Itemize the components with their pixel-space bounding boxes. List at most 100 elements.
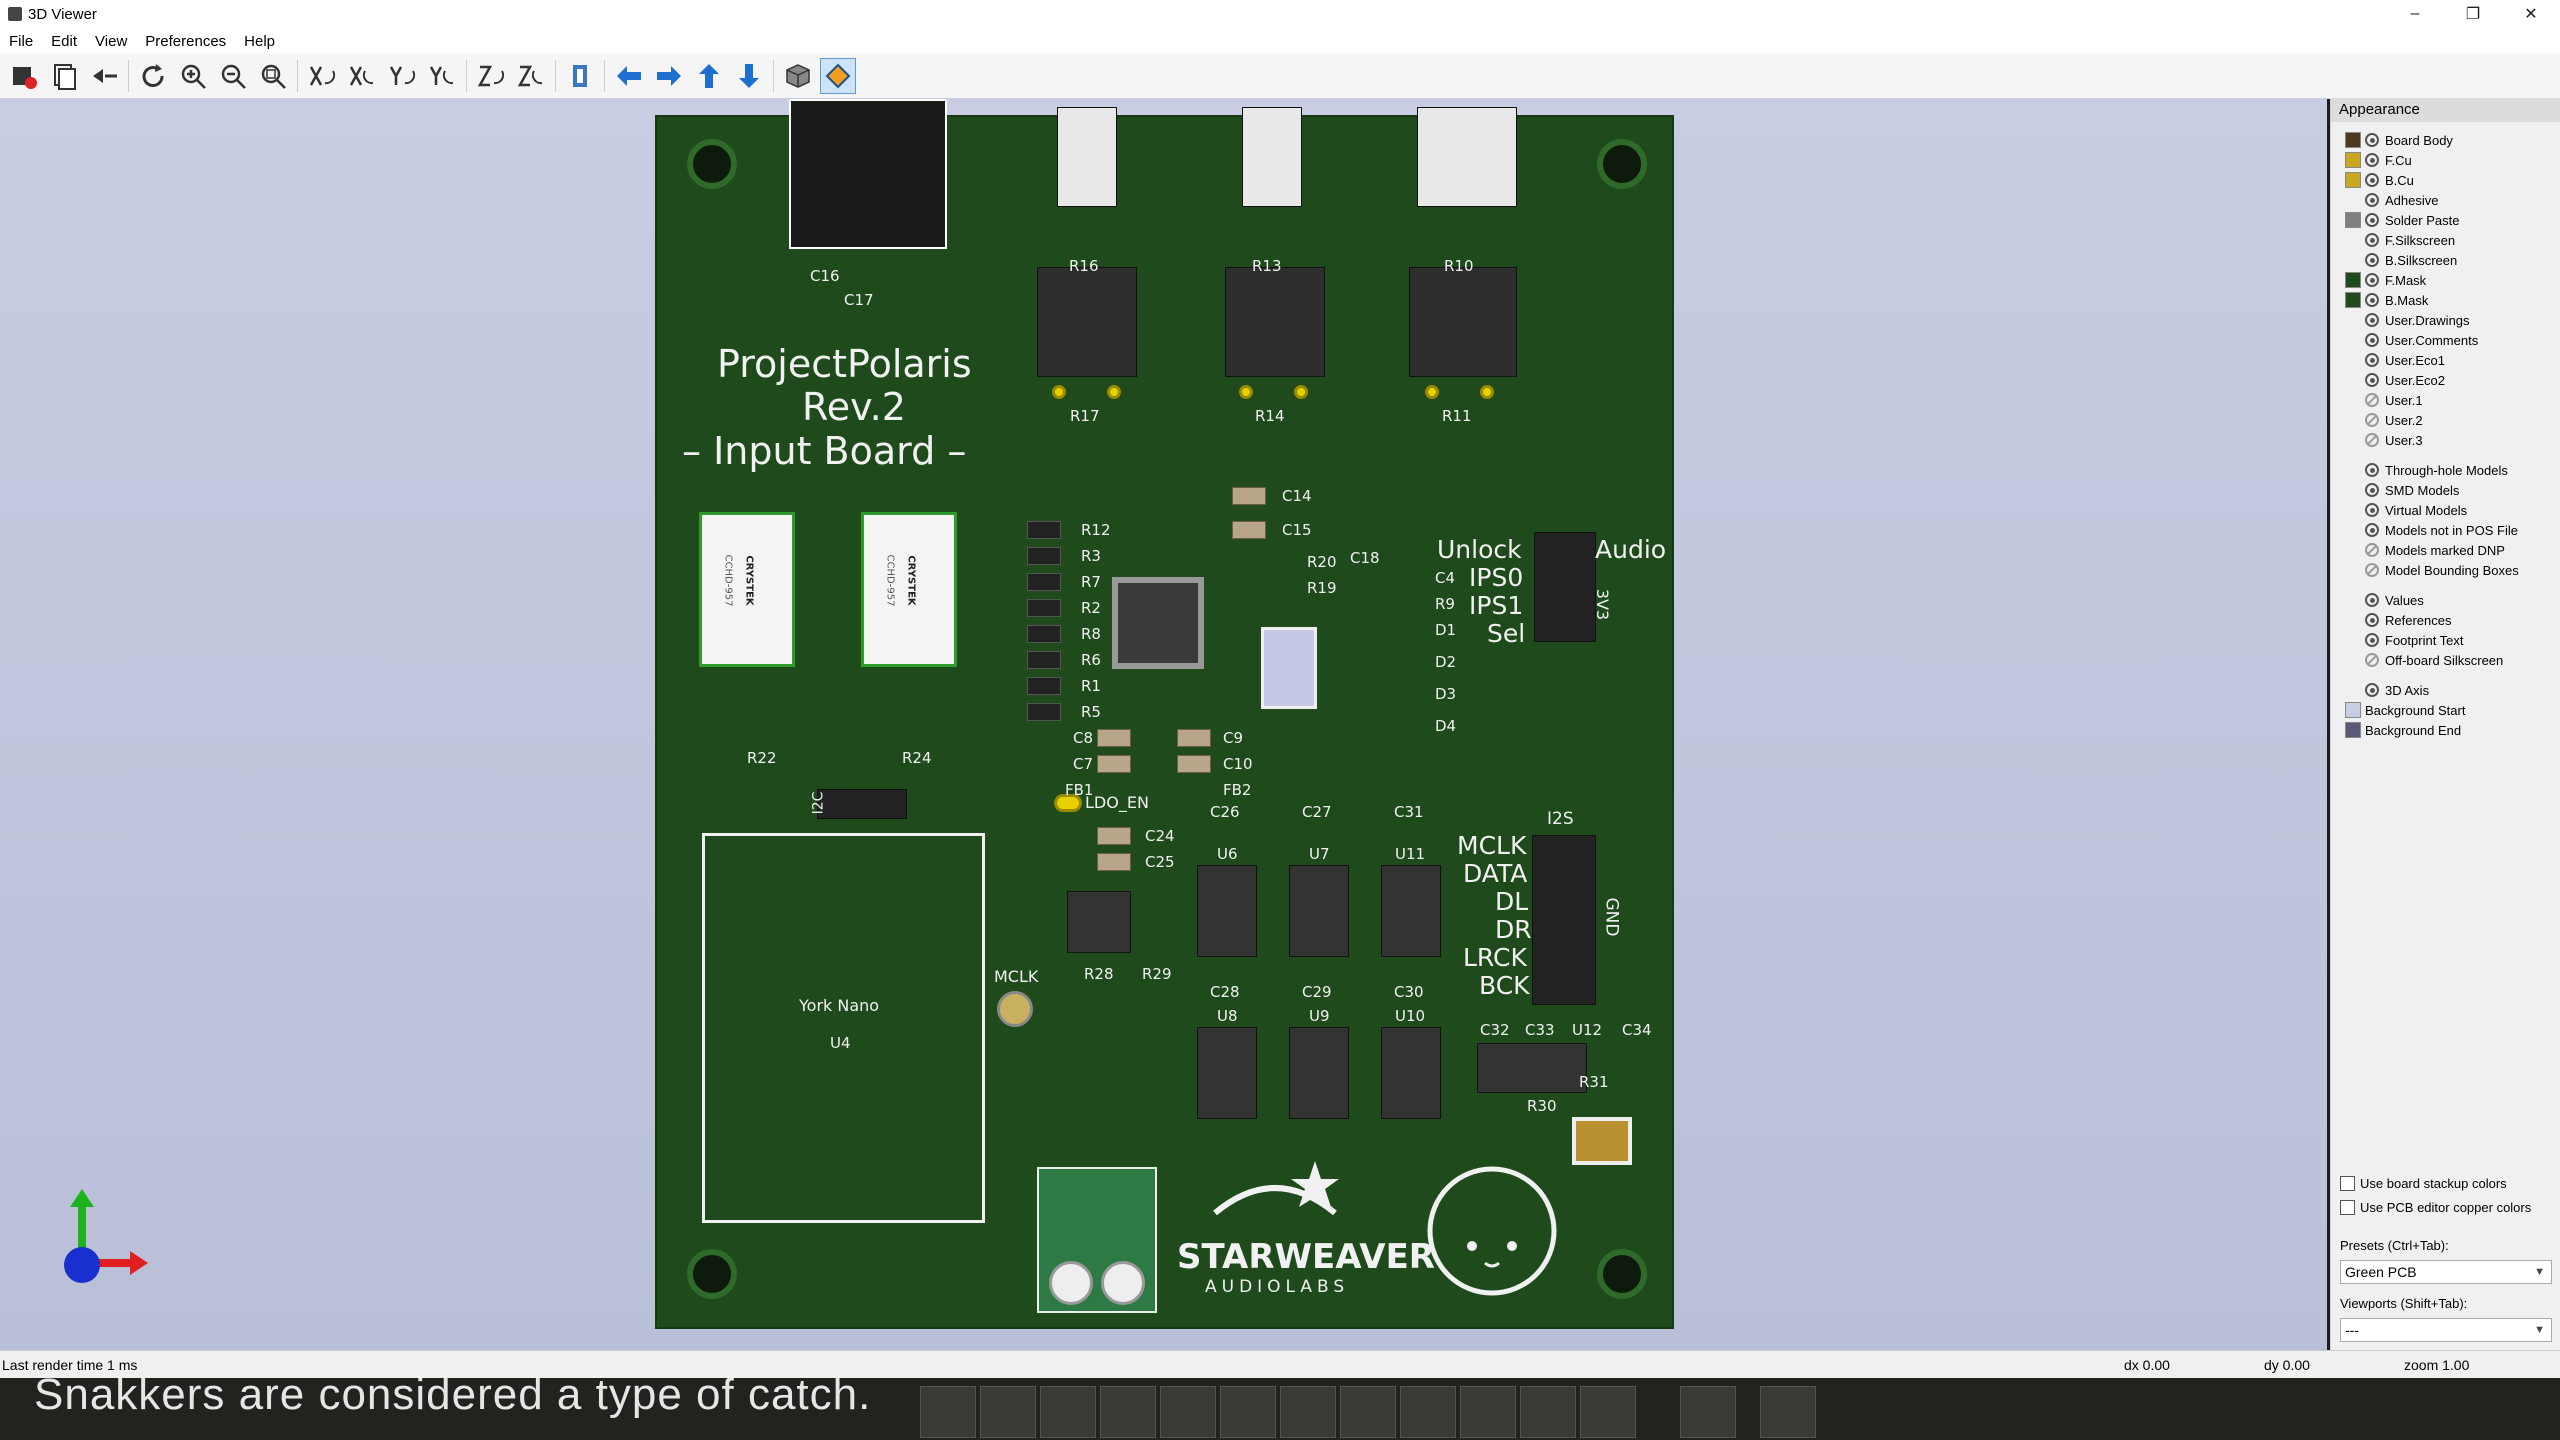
color-swatch[interactable] — [2345, 722, 2361, 738]
layer-row[interactable]: B.Mask — [2331, 290, 2560, 310]
color-swatch[interactable] — [2345, 292, 2361, 308]
layer-row[interactable]: User.Drawings — [2331, 310, 2560, 330]
eye-icon[interactable] — [2365, 373, 2379, 387]
rotate-z-ccw-button[interactable] — [513, 58, 549, 94]
use-pcb-colors-checkbox[interactable]: Use PCB editor copper colors — [2340, 1200, 2531, 1215]
layer-row[interactable]: References — [2331, 610, 2560, 630]
color-swatch[interactable] — [2345, 152, 2361, 168]
eye-closed-icon[interactable] — [2365, 413, 2379, 427]
eye-icon[interactable] — [2365, 683, 2379, 697]
layer-row[interactable]: Background End — [2331, 720, 2560, 740]
color-swatch[interactable] — [2345, 702, 2361, 718]
eye-icon[interactable] — [2365, 633, 2379, 647]
use-stackup-checkbox[interactable]: Use board stackup colors — [2340, 1176, 2507, 1191]
eye-icon[interactable] — [2365, 293, 2379, 307]
layer-row[interactable]: B.Cu — [2331, 170, 2560, 190]
eye-closed-icon[interactable] — [2365, 653, 2379, 667]
layer-row[interactable]: Model Bounding Boxes — [2331, 560, 2560, 580]
layer-row[interactable]: User.Eco2 — [2331, 370, 2560, 390]
layer-row[interactable]: F.Cu — [2331, 150, 2560, 170]
zoom-fit-button[interactable] — [255, 58, 291, 94]
rotate-z-cw-button[interactable] — [473, 58, 509, 94]
layer-row[interactable]: Board Body — [2331, 130, 2560, 150]
eye-icon[interactable] — [2365, 313, 2379, 327]
layer-row[interactable]: User.2 — [2331, 410, 2560, 430]
rotate-x-ccw-button[interactable] — [344, 58, 380, 94]
eye-icon[interactable] — [2365, 483, 2379, 497]
layer-row[interactable]: Adhesive — [2331, 190, 2560, 210]
eye-icon[interactable] — [2365, 233, 2379, 247]
eye-closed-icon[interactable] — [2365, 543, 2379, 557]
layer-row[interactable]: Solder Paste — [2331, 210, 2560, 230]
menu-file[interactable]: File — [0, 33, 42, 50]
layer-row[interactable]: F.Mask — [2331, 270, 2560, 290]
layer-row[interactable]: B.Silkscreen — [2331, 250, 2560, 270]
eye-icon[interactable] — [2365, 463, 2379, 477]
eye-icon[interactable] — [2365, 173, 2379, 187]
eye-icon[interactable] — [2365, 333, 2379, 347]
eye-icon[interactable] — [2365, 193, 2379, 207]
color-swatch[interactable] — [2345, 132, 2361, 148]
eye-icon[interactable] — [2365, 153, 2379, 167]
rotate-y-cw-button[interactable] — [384, 58, 420, 94]
layer-row[interactable]: Models marked DNP — [2331, 540, 2560, 560]
render-mode-button[interactable] — [820, 58, 856, 94]
3d-viewport[interactable]: ProjectPolaris Rev.2 – Input Board – CRY… — [0, 98, 2327, 1350]
layer-row[interactable]: Footprint Text — [2331, 630, 2560, 650]
eye-icon[interactable] — [2365, 273, 2379, 287]
layer-row[interactable]: Models not in POS File — [2331, 520, 2560, 540]
copy-button[interactable] — [46, 58, 82, 94]
zoom-out-button[interactable] — [215, 58, 251, 94]
orthographic-button[interactable] — [780, 58, 816, 94]
eye-closed-icon[interactable] — [2365, 393, 2379, 407]
raytrace-button[interactable] — [86, 58, 122, 94]
viewports-select[interactable]: --- ▼ — [2340, 1318, 2552, 1342]
eye-icon[interactable] — [2365, 353, 2379, 367]
move-right-button[interactable] — [651, 58, 687, 94]
eye-icon[interactable] — [2365, 133, 2379, 147]
menu-view[interactable]: View — [86, 33, 136, 50]
minimize-button[interactable]: – — [2386, 0, 2444, 28]
eye-icon[interactable] — [2365, 593, 2379, 607]
presets-select[interactable]: Green PCB ▼ — [2340, 1260, 2552, 1284]
layer-row[interactable]: SMD Models — [2331, 480, 2560, 500]
menu-help[interactable]: Help — [235, 33, 284, 50]
checkbox-box[interactable] — [2340, 1176, 2355, 1191]
restore-button[interactable]: ❐ — [2444, 0, 2502, 28]
export-image-button[interactable] — [6, 58, 42, 94]
eye-icon[interactable] — [2365, 523, 2379, 537]
move-down-button[interactable] — [731, 58, 767, 94]
move-up-button[interactable] — [691, 58, 727, 94]
color-swatch[interactable] — [2345, 212, 2361, 228]
reload-button[interactable] — [135, 58, 171, 94]
audio-label-ips0: IPS0 — [1469, 563, 1524, 592]
layer-row[interactable]: Background Start — [2331, 700, 2560, 720]
layer-row[interactable]: Virtual Models — [2331, 500, 2560, 520]
color-swatch[interactable] — [2345, 272, 2361, 288]
eye-closed-icon[interactable] — [2365, 563, 2379, 577]
eye-closed-icon[interactable] — [2365, 433, 2379, 447]
rotate-x-cw-button[interactable] — [304, 58, 340, 94]
layer-row[interactable]: User.Eco1 — [2331, 350, 2560, 370]
layer-row[interactable]: Off-board Silkscreen — [2331, 650, 2560, 670]
checkbox-box[interactable] — [2340, 1200, 2355, 1215]
eye-icon[interactable] — [2365, 503, 2379, 517]
eye-icon[interactable] — [2365, 253, 2379, 267]
layer-row[interactable]: Values — [2331, 590, 2560, 610]
layer-row[interactable]: User.3 — [2331, 430, 2560, 450]
eye-icon[interactable] — [2365, 213, 2379, 227]
color-swatch[interactable] — [2345, 172, 2361, 188]
layer-row[interactable]: User.Comments — [2331, 330, 2560, 350]
menu-preferences[interactable]: Preferences — [136, 33, 235, 50]
layer-row[interactable]: Through-hole Models — [2331, 460, 2560, 480]
layer-row[interactable]: 3D Axis — [2331, 680, 2560, 700]
layer-row[interactable]: User.1 — [2331, 390, 2560, 410]
move-left-button[interactable] — [611, 58, 647, 94]
rotate-y-ccw-button[interactable] — [424, 58, 460, 94]
menu-edit[interactable]: Edit — [42, 33, 86, 50]
eye-icon[interactable] — [2365, 613, 2379, 627]
flip-board-button[interactable] — [562, 58, 598, 94]
close-button[interactable]: ✕ — [2502, 0, 2560, 28]
layer-row[interactable]: F.Silkscreen — [2331, 230, 2560, 250]
zoom-in-button[interactable] — [175, 58, 211, 94]
